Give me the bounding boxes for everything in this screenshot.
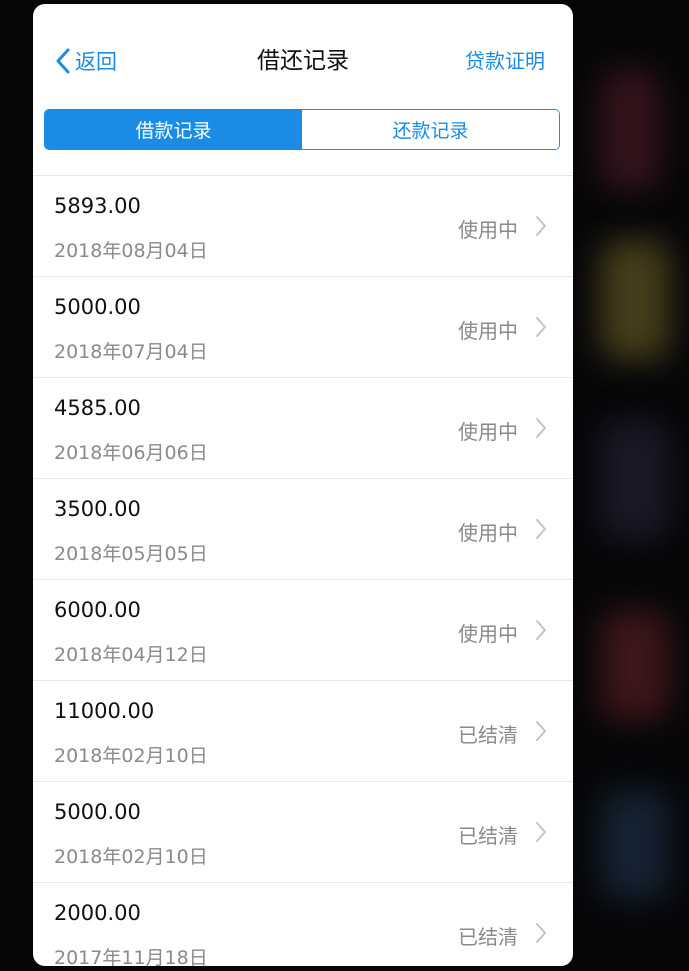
list-item[interactable]: 5000.00 2018年02月10日 已结清	[33, 782, 573, 883]
list-item[interactable]: 5893.00 2018年08月04日 使用中	[33, 176, 573, 277]
record-status: 使用中	[458, 420, 518, 444]
record-amount: 11000.00	[54, 699, 155, 723]
background-blur-blue	[600, 790, 670, 900]
record-status: 已结清	[458, 925, 518, 949]
list-item[interactable]: 11000.00 2018年02月10日 已结清	[33, 681, 573, 782]
navigation-bar: 返回 借还记录 贷款证明	[33, 4, 573, 102]
chevron-right-icon	[536, 822, 546, 842]
list-item[interactable]: 3500.00 2018年05月05日 使用中	[33, 479, 573, 580]
loan-certificate-button[interactable]: 贷款证明	[465, 44, 545, 78]
record-status: 使用中	[458, 218, 518, 242]
chevron-right-icon	[536, 317, 546, 337]
record-status: 使用中	[458, 521, 518, 545]
record-amount: 2000.00	[54, 901, 141, 925]
record-date: 2018年07月04日	[54, 341, 208, 363]
record-amount: 6000.00	[54, 598, 141, 622]
record-type-segmented-control: 借款记录 还款记录	[44, 109, 560, 150]
record-amount: 5893.00	[54, 194, 141, 218]
record-status: 已结清	[458, 824, 518, 848]
record-date: 2018年05月05日	[54, 543, 208, 565]
background-blur-yellow	[600, 240, 670, 360]
record-status: 已结清	[458, 723, 518, 747]
chevron-right-icon	[536, 923, 546, 943]
chevron-right-icon	[536, 519, 546, 539]
chevron-right-icon	[536, 418, 546, 438]
record-date: 2018年06月06日	[54, 442, 208, 464]
list-item[interactable]: 2000.00 2017年11月18日 已结清	[33, 883, 573, 966]
chevron-right-icon	[536, 721, 546, 741]
record-amount: 4585.00	[54, 396, 141, 420]
phone-screen: 返回 借还记录 贷款证明 借款记录 还款记录 5893.00 2018年08月0…	[33, 4, 573, 966]
back-button-label: 返回	[75, 50, 117, 74]
record-list: 5893.00 2018年08月04日 使用中 5000.00 2018年07月…	[33, 175, 573, 966]
record-date: 2018年04月12日	[54, 644, 208, 666]
record-date: 2018年08月04日	[54, 240, 208, 262]
tab-borrow-records[interactable]: 借款记录	[45, 110, 302, 149]
record-date: 2018年02月10日	[54, 846, 208, 868]
background-blur-red	[600, 70, 660, 190]
record-date: 2017年11月18日	[54, 947, 208, 966]
background-blur-red-2	[600, 610, 670, 720]
back-button[interactable]: 返回	[55, 44, 117, 78]
tab-repayment-records[interactable]: 还款记录	[302, 110, 559, 149]
record-amount: 3500.00	[54, 497, 141, 521]
list-item[interactable]: 4585.00 2018年06月06日 使用中	[33, 378, 573, 479]
record-status: 使用中	[458, 622, 518, 646]
list-item[interactable]: 5000.00 2018年07月04日 使用中	[33, 277, 573, 378]
list-item[interactable]: 6000.00 2018年04月12日 使用中	[33, 580, 573, 681]
record-amount: 5000.00	[54, 800, 141, 824]
chevron-right-icon	[536, 620, 546, 640]
chevron-left-icon	[56, 48, 70, 74]
background-blur-purple	[600, 420, 670, 540]
record-amount: 5000.00	[54, 295, 141, 319]
record-status: 使用中	[458, 319, 518, 343]
chevron-right-icon	[536, 216, 546, 236]
record-date: 2018年02月10日	[54, 745, 208, 767]
